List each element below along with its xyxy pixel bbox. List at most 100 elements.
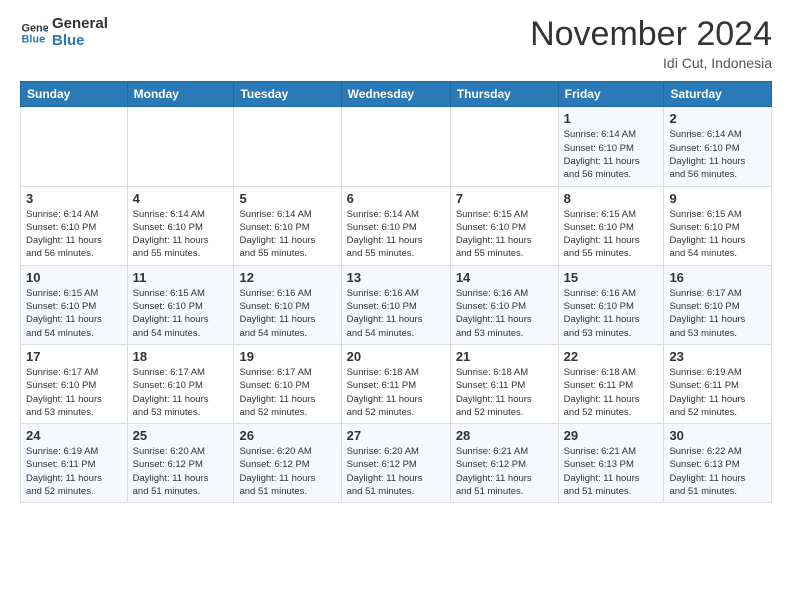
location: Idi Cut, Indonesia [530, 55, 772, 71]
calendar-week-row: 17 Sunrise: 6:17 AM Sunset: 6:10 PM Dayli… [21, 344, 772, 423]
day-info: Sunrise: 6:18 AM Sunset: 6:11 PM Dayligh… [564, 366, 659, 419]
calendar-cell: 25 Sunrise: 6:20 AM Sunset: 6:12 PM Dayli… [127, 424, 234, 503]
logo-text-blue: Blue [52, 33, 108, 50]
day-info: Sunrise: 6:21 AM Sunset: 6:12 PM Dayligh… [456, 445, 553, 498]
day-number: 7 [456, 191, 553, 206]
day-number: 13 [347, 270, 445, 285]
day-number: 8 [564, 191, 659, 206]
calendar-header-row: SundayMondayTuesdayWednesdayThursdayFrid… [21, 82, 772, 107]
day-info: Sunrise: 6:16 AM Sunset: 6:10 PM Dayligh… [456, 287, 553, 340]
day-info: Sunrise: 6:20 AM Sunset: 6:12 PM Dayligh… [347, 445, 445, 498]
calendar-header-sunday: Sunday [21, 82, 128, 107]
day-number: 4 [133, 191, 229, 206]
calendar-cell: 29 Sunrise: 6:21 AM Sunset: 6:13 PM Dayli… [558, 424, 664, 503]
day-info: Sunrise: 6:21 AM Sunset: 6:13 PM Dayligh… [564, 445, 659, 498]
calendar-header-thursday: Thursday [450, 82, 558, 107]
day-number: 17 [26, 349, 122, 364]
calendar-week-row: 10 Sunrise: 6:15 AM Sunset: 6:10 PM Dayli… [21, 265, 772, 344]
calendar-cell: 28 Sunrise: 6:21 AM Sunset: 6:12 PM Dayli… [450, 424, 558, 503]
day-number: 14 [456, 270, 553, 285]
day-info: Sunrise: 6:17 AM Sunset: 6:10 PM Dayligh… [133, 366, 229, 419]
day-info: Sunrise: 6:15 AM Sunset: 6:10 PM Dayligh… [26, 287, 122, 340]
calendar-cell: 22 Sunrise: 6:18 AM Sunset: 6:11 PM Dayli… [558, 344, 664, 423]
calendar-cell: 21 Sunrise: 6:18 AM Sunset: 6:11 PM Dayli… [450, 344, 558, 423]
day-info: Sunrise: 6:16 AM Sunset: 6:10 PM Dayligh… [347, 287, 445, 340]
calendar-cell [127, 107, 234, 186]
calendar-cell: 24 Sunrise: 6:19 AM Sunset: 6:11 PM Dayli… [21, 424, 128, 503]
day-number: 2 [669, 111, 766, 126]
day-number: 28 [456, 428, 553, 443]
day-info: Sunrise: 6:17 AM Sunset: 6:10 PM Dayligh… [239, 366, 335, 419]
day-number: 22 [564, 349, 659, 364]
day-number: 25 [133, 428, 229, 443]
calendar-header-saturday: Saturday [664, 82, 772, 107]
day-number: 24 [26, 428, 122, 443]
day-number: 19 [239, 349, 335, 364]
calendar-cell: 30 Sunrise: 6:22 AM Sunset: 6:13 PM Dayli… [664, 424, 772, 503]
calendar-cell: 14 Sunrise: 6:16 AM Sunset: 6:10 PM Dayli… [450, 265, 558, 344]
calendar-header-friday: Friday [558, 82, 664, 107]
day-info: Sunrise: 6:14 AM Sunset: 6:10 PM Dayligh… [133, 208, 229, 261]
day-info: Sunrise: 6:17 AM Sunset: 6:10 PM Dayligh… [669, 287, 766, 340]
day-info: Sunrise: 6:19 AM Sunset: 6:11 PM Dayligh… [26, 445, 122, 498]
day-number: 16 [669, 270, 766, 285]
day-number: 29 [564, 428, 659, 443]
day-info: Sunrise: 6:17 AM Sunset: 6:10 PM Dayligh… [26, 366, 122, 419]
svg-text:Blue: Blue [22, 33, 46, 45]
calendar-cell: 6 Sunrise: 6:14 AM Sunset: 6:10 PM Daylig… [341, 186, 450, 265]
calendar-header-wednesday: Wednesday [341, 82, 450, 107]
day-info: Sunrise: 6:14 AM Sunset: 6:10 PM Dayligh… [239, 208, 335, 261]
day-info: Sunrise: 6:22 AM Sunset: 6:13 PM Dayligh… [669, 445, 766, 498]
calendar-cell: 13 Sunrise: 6:16 AM Sunset: 6:10 PM Dayli… [341, 265, 450, 344]
calendar-cell [234, 107, 341, 186]
day-info: Sunrise: 6:15 AM Sunset: 6:10 PM Dayligh… [456, 208, 553, 261]
day-info: Sunrise: 6:15 AM Sunset: 6:10 PM Dayligh… [133, 287, 229, 340]
calendar-header-monday: Monday [127, 82, 234, 107]
day-number: 5 [239, 191, 335, 206]
calendar-table: SundayMondayTuesdayWednesdayThursdayFrid… [20, 81, 772, 503]
calendar-cell: 3Sunrise: 6:14 AM Sunset: 6:10 PM Daylig… [21, 186, 128, 265]
day-info: Sunrise: 6:20 AM Sunset: 6:12 PM Dayligh… [239, 445, 335, 498]
day-info: Sunrise: 6:16 AM Sunset: 6:10 PM Dayligh… [239, 287, 335, 340]
day-number: 11 [133, 270, 229, 285]
day-number: 23 [669, 349, 766, 364]
logo: General Blue General Blue [20, 16, 108, 49]
calendar-cell: 27 Sunrise: 6:20 AM Sunset: 6:12 PM Dayli… [341, 424, 450, 503]
calendar-cell: 7 Sunrise: 6:15 AM Sunset: 6:10 PM Daylig… [450, 186, 558, 265]
day-number: 6 [347, 191, 445, 206]
calendar-cell: 8Sunrise: 6:15 AM Sunset: 6:10 PM Daylig… [558, 186, 664, 265]
day-number: 21 [456, 349, 553, 364]
day-info: Sunrise: 6:14 AM Sunset: 6:10 PM Dayligh… [347, 208, 445, 261]
calendar-cell: 11 Sunrise: 6:15 AM Sunset: 6:10 PM Dayli… [127, 265, 234, 344]
calendar-cell: 16 Sunrise: 6:17 AM Sunset: 6:10 PM Dayli… [664, 265, 772, 344]
calendar-cell: 12 Sunrise: 6:16 AM Sunset: 6:10 PM Dayli… [234, 265, 341, 344]
day-info: Sunrise: 6:14 AM Sunset: 6:10 PM Dayligh… [564, 128, 659, 181]
day-number: 20 [347, 349, 445, 364]
page: General Blue General Blue November 2024 … [0, 0, 792, 612]
calendar-cell: 4 Sunrise: 6:14 AM Sunset: 6:10 PM Daylig… [127, 186, 234, 265]
calendar-week-row: 1Sunrise: 6:14 AM Sunset: 6:10 PM Daylig… [21, 107, 772, 186]
day-number: 10 [26, 270, 122, 285]
calendar-cell: 20Sunrise: 6:18 AM Sunset: 6:11 PM Dayli… [341, 344, 450, 423]
day-info: Sunrise: 6:18 AM Sunset: 6:11 PM Dayligh… [456, 366, 553, 419]
calendar-cell: 15Sunrise: 6:16 AM Sunset: 6:10 PM Dayli… [558, 265, 664, 344]
day-number: 12 [239, 270, 335, 285]
day-info: Sunrise: 6:19 AM Sunset: 6:11 PM Dayligh… [669, 366, 766, 419]
day-number: 15 [564, 270, 659, 285]
day-number: 18 [133, 349, 229, 364]
calendar-cell: 19 Sunrise: 6:17 AM Sunset: 6:10 PM Dayli… [234, 344, 341, 423]
calendar-cell: 5 Sunrise: 6:14 AM Sunset: 6:10 PM Daylig… [234, 186, 341, 265]
calendar-cell [341, 107, 450, 186]
calendar-week-row: 3 Sunrise: 6:14 AM Sunset: 6:10 PM Daylig… [21, 186, 772, 265]
calendar-cell: 18 Sunrise: 6:17 AM Sunset: 6:10 PM Dayli… [127, 344, 234, 423]
day-number: 30 [669, 428, 766, 443]
day-number: 3 [26, 191, 122, 206]
calendar-cell: 10 Sunrise: 6:15 AM Sunset: 6:10 PM Dayli… [21, 265, 128, 344]
day-number: 27 [347, 428, 445, 443]
day-number: 9 [669, 191, 766, 206]
calendar-cell: 2Sunrise: 6:14 AM Sunset: 6:10 PM Daylig… [664, 107, 772, 186]
calendar-cell: 26Sunrise: 6:20 AM Sunset: 6:12 PM Dayli… [234, 424, 341, 503]
logo-icon: General Blue [20, 19, 48, 47]
day-info: Sunrise: 6:20 AM Sunset: 6:12 PM Dayligh… [133, 445, 229, 498]
day-info: Sunrise: 6:15 AM Sunset: 6:10 PM Dayligh… [669, 208, 766, 261]
